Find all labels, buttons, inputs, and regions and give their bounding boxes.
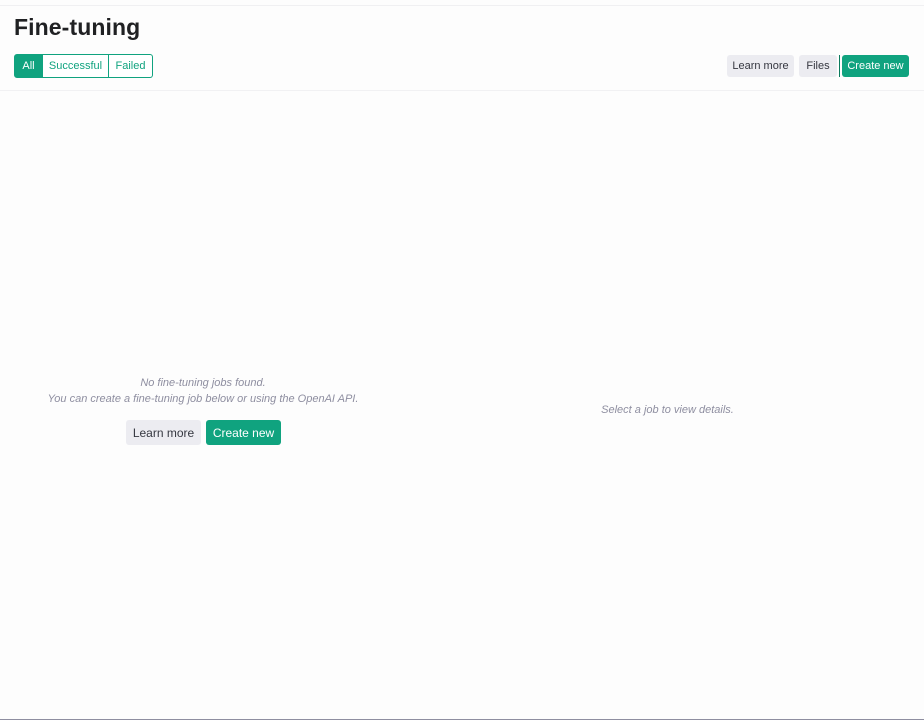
job-details-placeholder: Select a job to view details. <box>601 404 734 416</box>
learn-more-button[interactable]: Learn more <box>727 55 794 77</box>
files-button[interactable]: Files <box>799 55 837 77</box>
empty-jobs-hint: You can create a fine-tuning job below o… <box>47 393 359 405</box>
header-divider <box>0 90 924 91</box>
create-button-edge <box>839 55 840 77</box>
empty-jobs-title: No fine-tuning jobs found. <box>140 377 266 389</box>
page-title: Fine-tuning <box>14 14 141 40</box>
empty-create-new-button[interactable]: Create new <box>206 420 281 445</box>
fine-tuning-page: Fine-tuning All Successful Failed Learn … <box>0 0 924 720</box>
top-divider <box>0 5 924 6</box>
header-actions: Learn more Files Create new <box>0 55 924 77</box>
create-new-button[interactable]: Create new <box>842 55 909 77</box>
empty-learn-more-button[interactable]: Learn more <box>126 420 201 445</box>
